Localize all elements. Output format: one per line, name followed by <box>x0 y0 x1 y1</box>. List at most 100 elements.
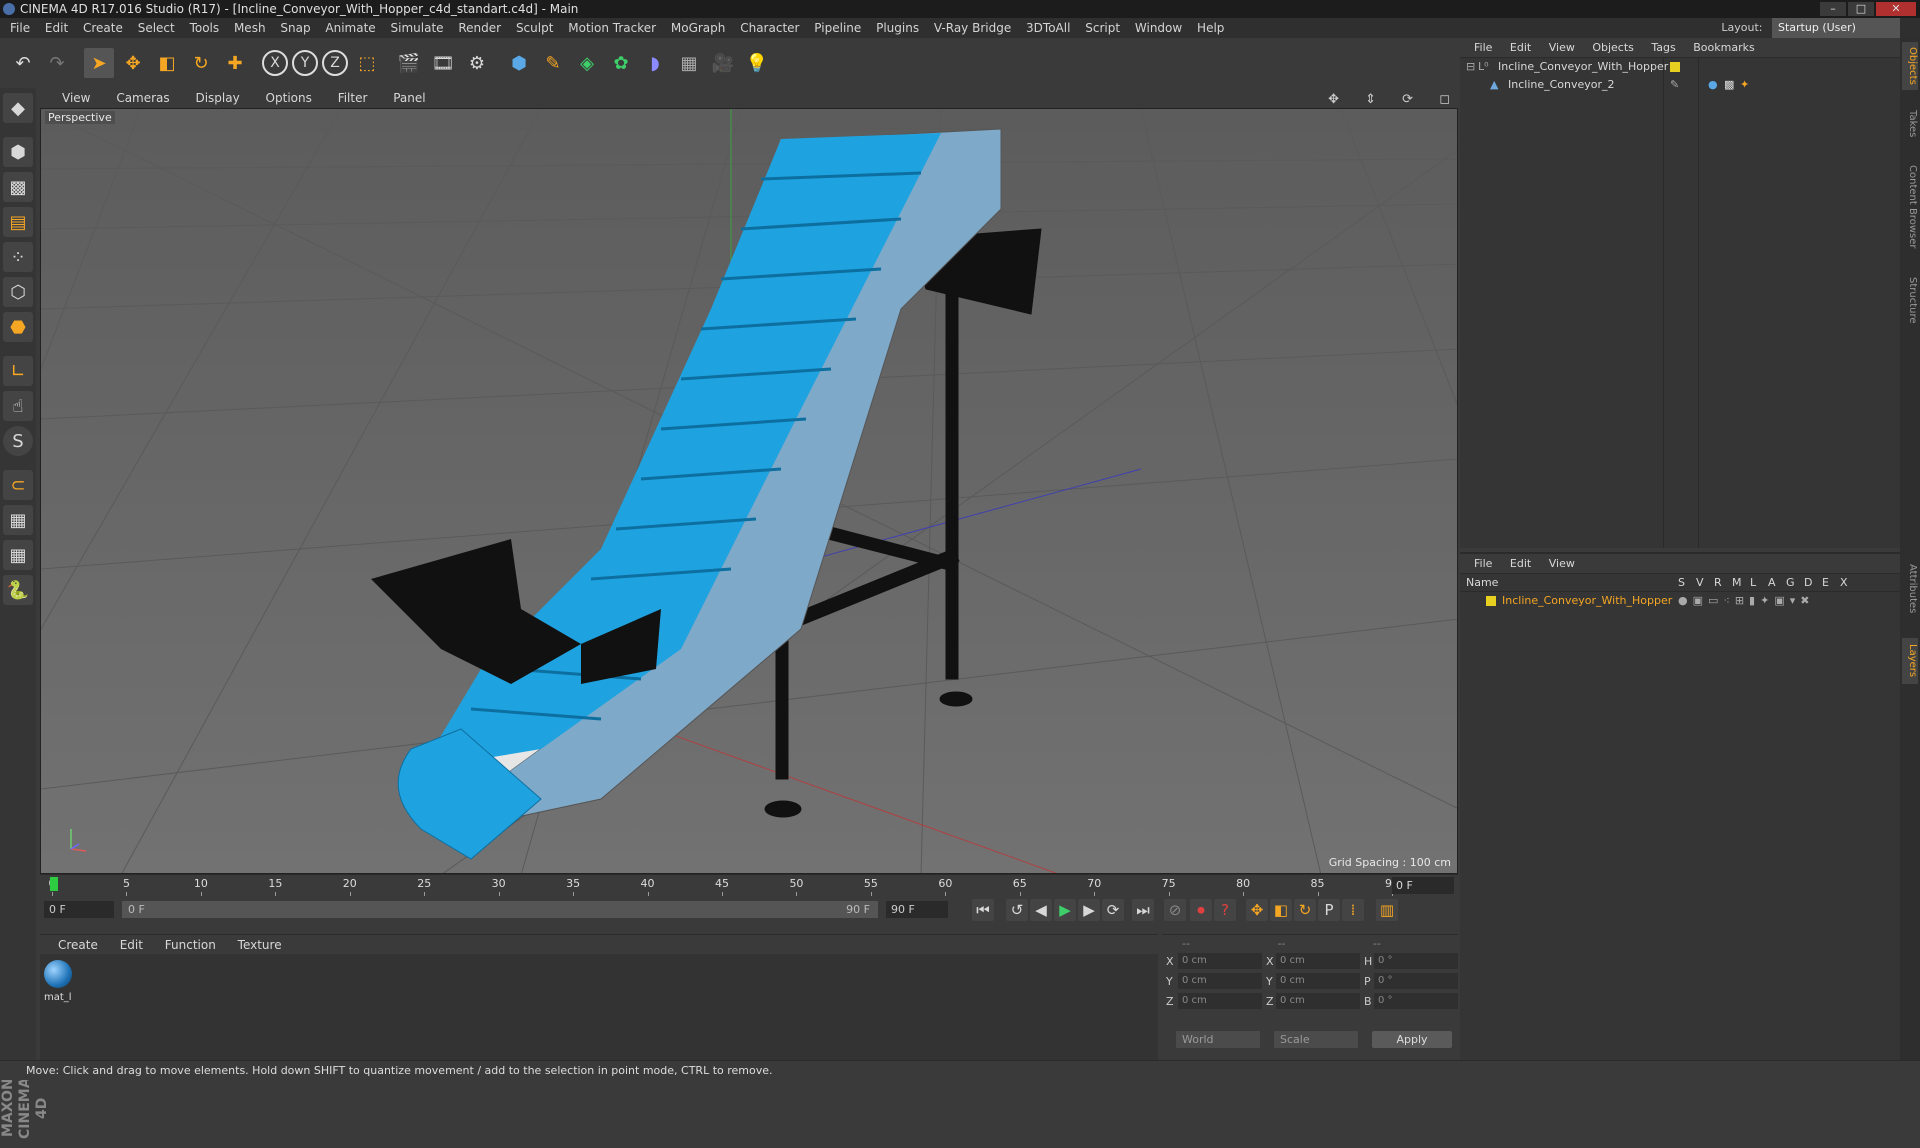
timeline-ruler[interactable]: 051015202530354045505560657075808590 0 F <box>40 874 1458 897</box>
material-menu-edit[interactable]: Edit <box>120 938 143 952</box>
make-editable-icon[interactable]: ◆ <box>3 93 33 123</box>
layers-menu-file[interactable]: File <box>1474 557 1492 570</box>
select-pointer-icon[interactable]: ➤ <box>84 48 114 78</box>
layers-menu-view[interactable]: View <box>1549 557 1575 570</box>
menu-script[interactable]: Script <box>1085 21 1120 35</box>
record-icon[interactable]: ⊘ <box>1164 899 1186 921</box>
tab-attributes[interactable]: Attributes <box>1902 554 1918 624</box>
coord-space-dropdown[interactable]: World <box>1176 1031 1260 1048</box>
menu-pipeline[interactable]: Pipeline <box>814 21 861 35</box>
texture-tag-icon[interactable]: ▩ <box>1724 76 1734 94</box>
coord-size-z-field[interactable]: 0 cm <box>1276 993 1360 1009</box>
move-icon[interactable]: ✥ <box>118 48 148 78</box>
transform-icon[interactable]: ✚ <box>220 48 250 78</box>
x-axis-lock-icon[interactable]: X <box>262 50 288 76</box>
viewport-menu-cameras[interactable]: Cameras <box>116 91 169 105</box>
tab-content-browser[interactable]: Content Browser <box>1902 152 1918 262</box>
material-preview-ball[interactable] <box>44 960 72 988</box>
render-view-icon[interactable]: 🎬 <box>394 48 424 78</box>
floor-scene-icon[interactable]: ▦ <box>674 48 704 78</box>
start-frame-field[interactable]: 0 F <box>44 901 114 918</box>
menu-simulate[interactable]: Simulate <box>391 21 444 35</box>
redo-icon[interactable]: ↷ <box>42 48 72 78</box>
tab-takes[interactable]: Takes <box>1902 104 1918 144</box>
pen-spline-icon[interactable]: ✎ <box>538 48 568 78</box>
menu-create[interactable]: Create <box>83 21 123 35</box>
tab-structure[interactable]: Structure <box>1902 270 1918 330</box>
tab-objects[interactable]: Objects <box>1902 42 1918 90</box>
edit-tag-icon[interactable]: ✎ <box>1670 76 1679 94</box>
maximize-button[interactable]: □ <box>1848 2 1874 16</box>
viewport-menu-options[interactable]: Options <box>266 91 312 105</box>
timeline-window-icon[interactable]: ▥ <box>1376 899 1398 921</box>
axis-mode-icon[interactable]: ∟ <box>3 356 33 386</box>
magnet-icon[interactable]: ⊂ <box>3 470 33 500</box>
object-name[interactable]: Incline_Conveyor_2 <box>1508 76 1615 94</box>
pan-icon[interactable]: ✥ <box>1328 92 1339 107</box>
layer-color-swatch[interactable] <box>1670 62 1680 72</box>
objects-menu-edit[interactable]: Edit <box>1510 41 1531 54</box>
repeat-icon[interactable]: ⟳ <box>1102 899 1124 921</box>
tweak-mode-icon[interactable]: ☝ <box>3 391 33 421</box>
key-move-icon[interactable]: ✥ <box>1246 899 1268 921</box>
material-menu-function[interactable]: Function <box>165 938 216 952</box>
loop-icon[interactable]: ↺ <box>1006 899 1028 921</box>
layer-color-swatch[interactable] <box>1486 596 1496 606</box>
layout-dropdown[interactable]: Startup (User) <box>1772 18 1900 38</box>
prev-frame-icon[interactable]: ◀ <box>1030 899 1052 921</box>
tree-row[interactable]: ⊟ L⁰ Incline_Conveyor_With_Hopper <box>1460 58 1900 76</box>
timeline-playhead[interactable] <box>50 877 58 891</box>
viewport-menu-panel[interactable]: Panel <box>393 91 425 105</box>
objects-menu-objects[interactable]: Objects <box>1592 41 1634 54</box>
key-rotate-icon[interactable]: ↻ <box>1294 899 1316 921</box>
apply-button[interactable]: Apply <box>1372 1031 1452 1048</box>
y-axis-lock-icon[interactable]: Y <box>292 50 318 76</box>
preview-range-slider[interactable]: 0 F 90 F <box>122 901 878 918</box>
coord-pos-y-field[interactable]: 0 cm <box>1178 973 1262 989</box>
layer-row[interactable]: Incline_Conveyor_With_Hopper ●▣▭⁖⊞▮✦▣▾✖ <box>1460 592 1900 610</box>
menu-character[interactable]: Character <box>740 21 799 35</box>
orbit-icon[interactable]: ⟳ <box>1402 92 1413 107</box>
go-to-start-icon[interactable]: ⏮ <box>972 899 994 921</box>
subdivision-icon[interactable]: ◈ <box>572 48 602 78</box>
viewport-menu-filter[interactable]: Filter <box>338 91 368 105</box>
menu-sculpt[interactable]: Sculpt <box>516 21 553 35</box>
menu-file[interactable]: File <box>10 21 30 35</box>
coord-size-y-field[interactable]: 0 cm <box>1276 973 1360 989</box>
edges-mode-icon[interactable]: ⬡ <box>3 277 33 307</box>
end-frame-field[interactable]: 90 F <box>886 901 948 918</box>
z-axis-lock-icon[interactable]: Z <box>322 50 348 76</box>
viewport-menu-view[interactable]: View <box>62 91 90 105</box>
coordinate-system-icon[interactable]: ⬚ <box>352 48 382 78</box>
workplane-mode-icon[interactable]: ▤ <box>3 207 33 237</box>
coord-rot-p-field[interactable]: 0 ° <box>1374 973 1458 989</box>
cube-primitive-icon[interactable]: ⬢ <box>504 48 534 78</box>
menu-plugins[interactable]: Plugins <box>876 21 919 35</box>
objects-menu-file[interactable]: File <box>1474 41 1492 54</box>
menu-tools[interactable]: Tools <box>190 21 220 35</box>
menu-animate[interactable]: Animate <box>325 21 375 35</box>
model-mode-icon[interactable]: ⬢ <box>3 137 33 167</box>
material-menu-create[interactable]: Create <box>58 938 98 952</box>
3d-viewport[interactable]: Perspective Grid Spacing : 100 cm <box>40 108 1458 874</box>
material-name[interactable]: mat_l <box>44 992 72 1003</box>
coord-rot-h-field[interactable]: 0 ° <box>1374 953 1458 969</box>
menu-edit[interactable]: Edit <box>45 21 68 35</box>
mograph-cloner-icon[interactable]: ✿ <box>606 48 636 78</box>
coord-pos-z-field[interactable]: 0 cm <box>1178 993 1262 1009</box>
play-icon[interactable]: ▶ <box>1054 899 1076 921</box>
menu-help[interactable]: Help <box>1197 21 1224 35</box>
maximize-view-icon[interactable]: ◻ <box>1439 92 1450 107</box>
coord-pos-x-field[interactable]: 0 cm <box>1178 953 1262 969</box>
snap-icon[interactable]: S <box>3 426 33 456</box>
menu-render[interactable]: Render <box>458 21 501 35</box>
coord-scale-dropdown[interactable]: Scale <box>1274 1031 1358 1048</box>
scale-icon[interactable]: ◧ <box>152 48 182 78</box>
key-scale-icon[interactable]: ◧ <box>1270 899 1292 921</box>
viewport-menu-display[interactable]: Display <box>195 91 239 105</box>
phong-tag-icon[interactable]: ✦ <box>1740 76 1749 94</box>
coord-rot-b-field[interactable]: 0 ° <box>1374 993 1458 1009</box>
material-menu-texture[interactable]: Texture <box>238 938 282 952</box>
collapse-icon[interactable]: ⊟ <box>1466 58 1475 76</box>
autokey-icon[interactable]: ⏺ <box>1190 899 1212 921</box>
